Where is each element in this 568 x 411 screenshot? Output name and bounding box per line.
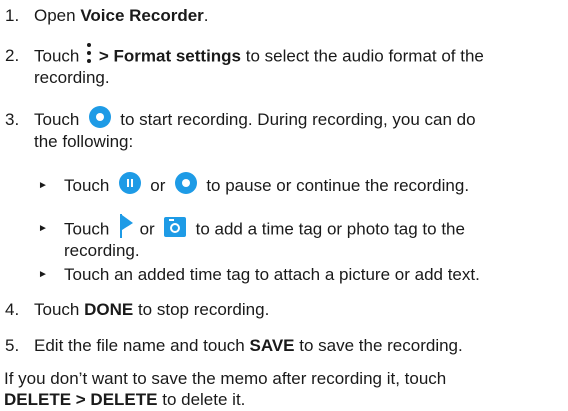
save-label: SAVE (249, 336, 295, 355)
menu-path: > Format settings (98, 46, 242, 66)
delete-label: DELETE > DELETE (4, 390, 158, 409)
step-number: 5. (5, 336, 20, 355)
camera-tag-icon (164, 217, 187, 237)
app-name: Voice Recorder (80, 6, 204, 25)
flag-tag-icon (119, 214, 133, 238)
record-icon (174, 171, 197, 194)
step-number: 2. (5, 46, 20, 65)
voice-recorder-instructions: 1. Open Voice Recorder. 2. Touch > Forma… (4, 6, 484, 409)
bullet-icon: ► (38, 223, 48, 234)
more-options-icon (84, 41, 94, 65)
bullet-icon: ► (38, 180, 48, 191)
done-label: DONE (84, 300, 134, 319)
footer-note: If you don’t want to save the memo after… (4, 369, 447, 388)
record-icon (88, 105, 111, 128)
step-number: 3. (5, 110, 20, 129)
step-text: Open (34, 6, 81, 25)
step-number: 4. (5, 300, 20, 319)
step-number: 1. (5, 6, 20, 25)
pause-icon (118, 171, 141, 194)
bullet-icon: ► (38, 269, 48, 280)
